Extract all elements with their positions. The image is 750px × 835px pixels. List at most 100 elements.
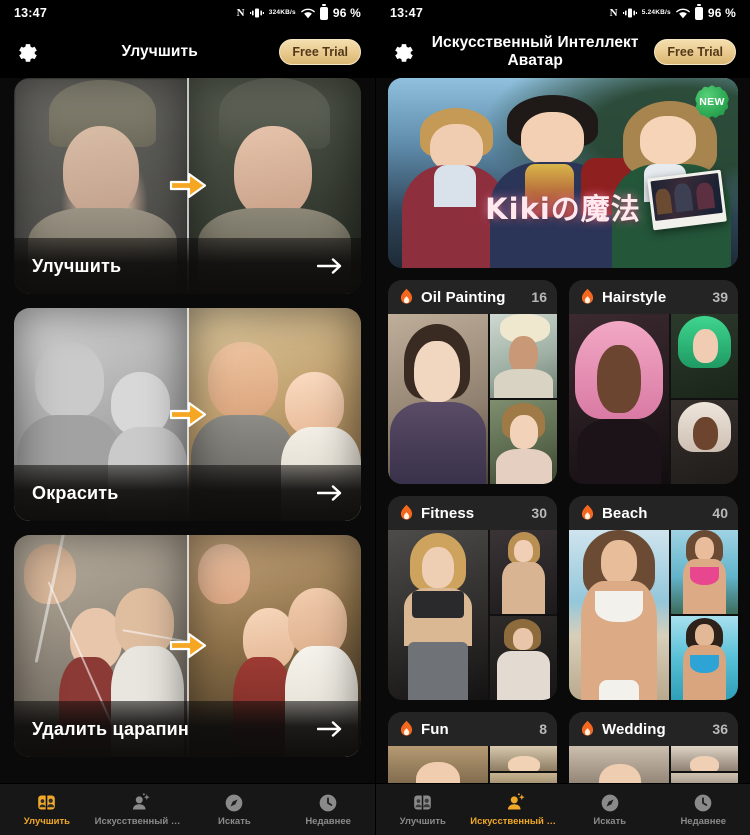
- status-icons: N 324 KB/s 96 %: [236, 4, 361, 20]
- network-speed-unit: KB/s: [655, 8, 671, 16]
- status-bar: 13:47 N 324 KB/s 96 %: [0, 0, 375, 26]
- transform-arrow-icon: [167, 171, 209, 201]
- category-count: 30: [531, 505, 547, 521]
- category-header: Fun 8: [388, 712, 557, 746]
- category-header: Hairstyle 39: [569, 280, 738, 314]
- battery-icon: [319, 4, 328, 20]
- screenshot-root: 13:47 N 324 KB/s 96 % Улучшить Free Tria…: [0, 0, 750, 835]
- tab-label: Улучшить: [23, 815, 71, 827]
- hero-title: Kikiの魔法: [485, 192, 641, 226]
- battery-percent: 96 %: [707, 6, 736, 20]
- wifi-icon: [676, 8, 690, 19]
- compass-icon: [600, 793, 620, 813]
- category-card-beach[interactable]: Beach 40: [569, 496, 738, 700]
- battery-percent: 96 %: [332, 6, 361, 20]
- category-name: Fitness: [421, 504, 475, 522]
- gear-icon[interactable]: [14, 39, 40, 65]
- thumbnail: [671, 530, 738, 614]
- feature-card-colorize[interactable]: Окрасить: [14, 308, 361, 521]
- transform-arrow-icon: [167, 400, 209, 430]
- thumbnail: [671, 746, 738, 771]
- arrow-right-icon[interactable]: [316, 257, 343, 275]
- category-grid: Oil Painting 16 Hairstyle 39 Fitness 30 …: [388, 280, 738, 798]
- tab-label: Недавнее: [680, 815, 727, 827]
- category-thumbnails: [569, 314, 738, 484]
- category-name: Oil Painting: [421, 288, 506, 306]
- bottom-navigation: Улучшить Искусственный Инт... Искать Нед…: [376, 783, 750, 835]
- category-count: 36: [712, 721, 728, 737]
- category-header: Beach 40: [569, 496, 738, 530]
- feature-card-caption[interactable]: Удалить царапин: [14, 701, 361, 757]
- thumbnail: [388, 314, 489, 484]
- tab-label: Искусственный Инт...: [94, 815, 187, 827]
- thumbnail: [671, 314, 738, 398]
- feature-card-scratch-removal[interactable]: Удалить царапин: [14, 535, 361, 757]
- category-card-hairstyle[interactable]: Hairstyle 39: [569, 280, 738, 484]
- category-thumbnails: [388, 530, 557, 700]
- free-trial-button[interactable]: Free Trial: [654, 39, 736, 65]
- flame-icon: [398, 288, 415, 307]
- category-name: Wedding: [602, 720, 666, 738]
- tab-label: Улучшить: [399, 815, 446, 827]
- clock-icon: [318, 793, 338, 813]
- thumbnail: [388, 530, 489, 700]
- compass-icon: [224, 793, 244, 813]
- feature-card-caption[interactable]: Улучшить: [14, 238, 361, 294]
- ai-avatar-icon: [130, 793, 152, 813]
- tab-label: Искусственный Инт...: [470, 815, 563, 827]
- thumbnail: [490, 400, 557, 484]
- category-count: 16: [531, 289, 547, 305]
- category-name: Beach: [602, 504, 648, 522]
- enhance-icon: [36, 793, 57, 813]
- gear-icon[interactable]: [390, 39, 416, 65]
- app-header: Улучшить Free Trial: [0, 26, 375, 78]
- status-bar: 13:47 N 5.24 KB/s 96 %: [376, 0, 750, 26]
- category-count: 40: [712, 505, 728, 521]
- tab-label: Искать: [218, 815, 251, 827]
- wifi-icon: [301, 8, 315, 19]
- category-count: 8: [539, 721, 547, 737]
- feature-card-label: Удалить царапин: [32, 718, 189, 739]
- tab-recent[interactable]: Недавнее: [281, 793, 375, 827]
- arrow-right-icon[interactable]: [316, 720, 343, 738]
- hero-banner[interactable]: Kikiの魔法 NEW: [388, 78, 738, 268]
- transform-arrow-icon: [167, 631, 209, 661]
- phone-screen-enhance: 13:47 N 324 KB/s 96 % Улучшить Free Tria…: [0, 0, 375, 835]
- thumbnail: [490, 616, 557, 700]
- nfc-icon: N: [236, 7, 245, 19]
- feature-card-caption[interactable]: Окрасить: [14, 465, 361, 521]
- battery-icon: [694, 4, 703, 20]
- avatar-style-feed: Kikiの魔法 NEW Oil Painting 16 Hairstyle 39…: [376, 78, 750, 798]
- page-title: Улучшить: [121, 43, 198, 60]
- tab-enhance[interactable]: Улучшить: [376, 793, 470, 827]
- vibrate-icon: [622, 7, 637, 19]
- network-speed-value: 324: [268, 8, 281, 16]
- category-header: Wedding 36: [569, 712, 738, 746]
- tab-search[interactable]: Искать: [563, 793, 657, 827]
- thumbnail: [490, 746, 557, 771]
- status-time: 13:47: [390, 6, 423, 20]
- arrow-right-icon[interactable]: [316, 484, 343, 502]
- tab-ai-avatar[interactable]: Искусственный Инт...: [94, 793, 188, 827]
- network-speed-unit: KB/s: [280, 8, 296, 16]
- vibrate-icon: [249, 7, 264, 19]
- network-speed-value: 5.24: [641, 8, 656, 16]
- thumbnail: [569, 530, 670, 700]
- feature-card-enhance[interactable]: Улучшить: [14, 78, 361, 294]
- tab-ai-avatar[interactable]: Искусственный Инт...: [470, 793, 564, 827]
- tab-enhance[interactable]: Улучшить: [0, 793, 94, 827]
- tab-search[interactable]: Искать: [188, 793, 282, 827]
- category-card-oil-painting[interactable]: Oil Painting 16: [388, 280, 557, 484]
- bottom-navigation: Улучшить Искусственный Инт... Искать Нед…: [0, 783, 375, 835]
- category-card-fitness[interactable]: Fitness 30: [388, 496, 557, 700]
- ai-avatar-icon: [505, 793, 527, 813]
- tab-recent[interactable]: Недавнее: [657, 793, 750, 827]
- flame-icon: [398, 504, 415, 523]
- category-name: Hairstyle: [602, 288, 667, 306]
- free-trial-button[interactable]: Free Trial: [279, 39, 361, 65]
- thumbnail: [490, 530, 557, 614]
- category-header: Oil Painting 16: [388, 280, 557, 314]
- category-thumbnails: [569, 530, 738, 700]
- network-speed-indicator: 5.24 KB/s: [641, 8, 671, 17]
- feature-card-label: Улучшить: [32, 255, 122, 276]
